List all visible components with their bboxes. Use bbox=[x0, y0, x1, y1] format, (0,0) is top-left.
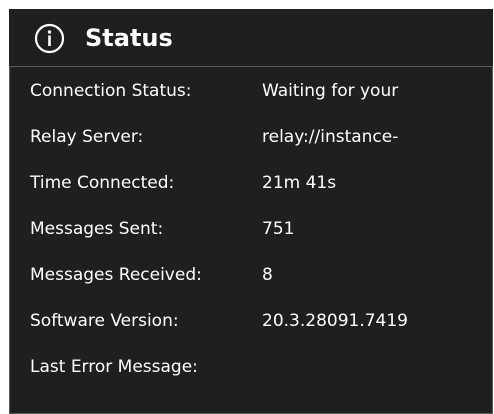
row-value: 751 bbox=[262, 219, 295, 239]
row-value: 21m 41s bbox=[262, 173, 337, 193]
status-row-time-connected: Time Connected: 21m 41s bbox=[10, 162, 492, 208]
row-value: Waiting for your bbox=[262, 81, 399, 101]
row-label: Connection Status: bbox=[30, 81, 192, 101]
row-value: 8 bbox=[262, 265, 273, 285]
row-label: Messages Sent: bbox=[30, 219, 164, 239]
row-label: Relay Server: bbox=[30, 127, 144, 147]
row-value: 20.3.28091.7419 bbox=[262, 311, 409, 331]
row-label: Messages Received: bbox=[30, 265, 202, 285]
panel-title: Status bbox=[85, 24, 173, 52]
status-panel: Status Connection Status: Waiting for yo… bbox=[9, 9, 493, 414]
row-label: Last Error Message: bbox=[30, 357, 198, 377]
status-body: Connection Status: Waiting for your Rela… bbox=[9, 66, 493, 414]
row-label: Time Connected: bbox=[30, 173, 175, 193]
status-row-messages-received: Messages Received: 8 bbox=[10, 254, 492, 300]
status-row-software-version: Software Version: 20.3.28091.7419 bbox=[10, 300, 492, 346]
row-value: relay://instance- bbox=[262, 127, 399, 147]
status-row-messages-sent: Messages Sent: 751 bbox=[10, 208, 492, 254]
row-label: Software Version: bbox=[30, 311, 179, 331]
status-header: Status bbox=[9, 9, 493, 66]
status-row-connection: Connection Status: Waiting for your bbox=[10, 70, 492, 116]
info-circle-icon bbox=[34, 23, 65, 54]
status-row-last-error: Last Error Message: bbox=[10, 346, 492, 392]
status-row-relay-server: Relay Server: relay://instance- bbox=[10, 116, 492, 162]
